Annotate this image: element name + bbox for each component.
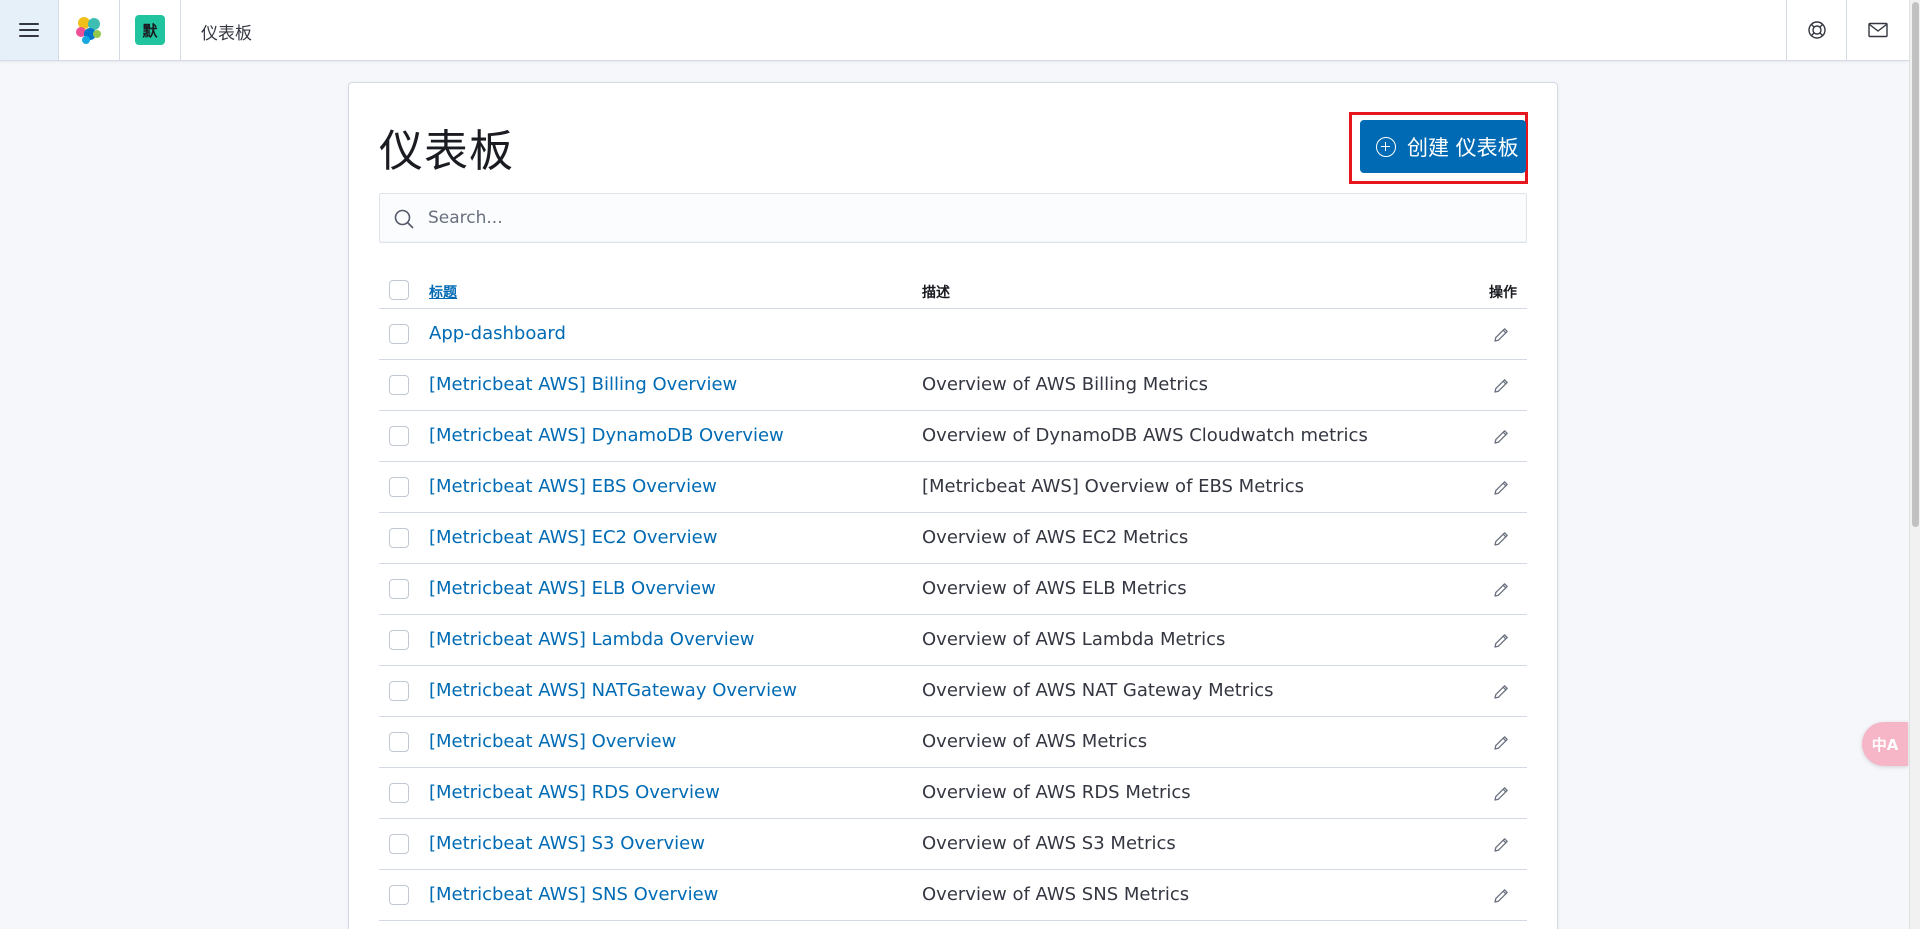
dashboards-panel: 仪表板 创建 仪表板 标题 描述 操作 App-dashboard [Metric… [348, 82, 1558, 929]
page-scrollbar[interactable] [1909, 0, 1920, 929]
pencil-edit-icon[interactable] [1491, 631, 1511, 651]
dashboard-description: Overview of AWS RDS Metrics [922, 782, 1191, 803]
row-checkbox[interactable] [389, 528, 409, 548]
row-checkbox[interactable] [389, 579, 409, 599]
row-checkbox[interactable] [389, 477, 409, 497]
dashboards-table: 标题 描述 操作 App-dashboard [Metricbeat AWS] B… [379, 273, 1527, 921]
row-checkbox[interactable] [389, 426, 409, 446]
pencil-edit-icon[interactable] [1491, 376, 1511, 396]
row-checkbox[interactable] [389, 681, 409, 701]
table-row: App-dashboard [379, 309, 1527, 360]
dashboard-title-link[interactable]: [Metricbeat AWS] DynamoDB Overview [429, 425, 784, 446]
row-checkbox[interactable] [389, 324, 409, 344]
table-row: [Metricbeat AWS] RDS Overview Overview of… [379, 768, 1527, 819]
dashboard-description: [Metricbeat AWS] Overview of EBS Metrics [922, 476, 1305, 497]
table-row: [Metricbeat AWS] Lambda Overview Overview… [379, 615, 1527, 666]
dashboard-description: Overview of AWS Billing Metrics [922, 374, 1209, 395]
pencil-edit-icon[interactable] [1491, 325, 1511, 345]
dashboard-title-link[interactable]: [Metricbeat AWS] Lambda Overview [429, 629, 755, 650]
column-header-actions: 操作 [1489, 285, 1517, 301]
row-checkbox[interactable] [389, 732, 409, 752]
column-header-title[interactable]: 标题 [429, 282, 457, 302]
search-icon [394, 209, 414, 229]
dashboard-description: Overview of AWS SNS Metrics [922, 884, 1190, 905]
create-dashboard-label: 创建 仪表板 [1407, 135, 1519, 160]
table-row: [Metricbeat AWS] SNS Overview Overview of… [379, 870, 1527, 921]
dashboard-description: Overview of AWS ELB Metrics [922, 578, 1187, 599]
help-button[interactable] [1786, 0, 1846, 60]
table-row: [Metricbeat AWS] DynamoDB Overview Overvi… [379, 411, 1527, 462]
home-logo-link[interactable] [59, 0, 120, 60]
dashboard-description: Overview of DynamoDB AWS Cloudwatch metr… [922, 425, 1368, 446]
scrollbar-thumb[interactable] [1912, 2, 1919, 527]
dashboard-description: Overview of AWS EC2 Metrics [922, 527, 1189, 548]
translate-icon: 中A [1871, 735, 1899, 754]
table-row: [Metricbeat AWS] ELB Overview Overview of… [379, 564, 1527, 615]
breadcrumb: 仪表板 [201, 24, 252, 44]
space-selector[interactable]: 默 [120, 0, 181, 60]
dashboard-title-link[interactable]: [Metricbeat AWS] S3 Overview [429, 833, 705, 854]
dashboard-title-link[interactable]: [Metricbeat AWS] RDS Overview [429, 782, 720, 803]
row-checkbox[interactable] [389, 885, 409, 905]
page-title: 仪表板 [379, 126, 514, 177]
dashboard-title-link[interactable]: [Metricbeat AWS] NATGateway Overview [429, 680, 797, 701]
menu-toggle-button[interactable] [0, 0, 59, 60]
select-all-checkbox[interactable] [389, 280, 409, 300]
dashboard-title-link[interactable]: [Metricbeat AWS] ELB Overview [429, 578, 716, 599]
hamburger-icon [19, 23, 39, 37]
table-row: [Metricbeat AWS] EBS Overview [Metricbeat… [379, 462, 1527, 513]
table-row: [Metricbeat AWS] NATGateway Overview Over… [379, 666, 1527, 717]
pencil-edit-icon[interactable] [1491, 733, 1511, 753]
pencil-edit-icon[interactable] [1491, 478, 1511, 498]
pencil-edit-icon[interactable] [1491, 529, 1511, 549]
mail-icon [1868, 22, 1888, 38]
create-dashboard-button[interactable]: 创建 仪表板 [1360, 120, 1526, 173]
news-feed-button[interactable] [1846, 0, 1909, 60]
top-header: 默 仪表板 [0, 0, 1909, 61]
dashboard-title-link[interactable]: [Metricbeat AWS] EBS Overview [429, 476, 717, 497]
pencil-edit-icon[interactable] [1491, 886, 1511, 906]
pencil-edit-icon[interactable] [1491, 682, 1511, 702]
search-bar[interactable] [379, 193, 1527, 243]
dashboard-title-link[interactable]: [Metricbeat AWS] SNS Overview [429, 884, 718, 905]
dashboard-title-link[interactable]: [Metricbeat AWS] EC2 Overview [429, 527, 717, 548]
dashboard-description: Overview of AWS S3 Metrics [922, 833, 1176, 854]
plus-circle-icon [1376, 136, 1396, 157]
pencil-edit-icon[interactable] [1491, 784, 1511, 804]
space-avatar: 默 [135, 15, 165, 45]
help-lifebuoy-icon [1807, 21, 1826, 39]
row-checkbox[interactable] [389, 834, 409, 854]
elastic-logo-icon [76, 17, 101, 44]
translate-button[interactable]: 中A [1862, 722, 1908, 766]
dashboard-description: Overview of AWS NAT Gateway Metrics [922, 680, 1274, 701]
table-row: [Metricbeat AWS] S3 Overview Overview of … [379, 819, 1527, 870]
dashboard-description: Overview of AWS Metrics [922, 731, 1148, 752]
pencil-edit-icon[interactable] [1491, 427, 1511, 447]
dashboard-title-link[interactable]: [Metricbeat AWS] Overview [429, 731, 676, 752]
search-input[interactable] [428, 194, 1518, 242]
row-checkbox[interactable] [389, 783, 409, 803]
dashboard-description: Overview of AWS Lambda Metrics [922, 629, 1226, 650]
table-body: App-dashboard [Metricbeat AWS] Billing Ov… [379, 309, 1527, 921]
column-header-description: 描述 [922, 285, 950, 301]
row-checkbox[interactable] [389, 630, 409, 650]
table-row: [Metricbeat AWS] Overview Overview of AWS… [379, 717, 1527, 768]
table-row: [Metricbeat AWS] Billing Overview Overvie… [379, 360, 1527, 411]
pencil-edit-icon[interactable] [1491, 580, 1511, 600]
pencil-edit-icon[interactable] [1491, 835, 1511, 855]
table-header: 标题 描述 操作 [379, 273, 1527, 309]
dashboard-title-link[interactable]: [Metricbeat AWS] Billing Overview [429, 374, 737, 395]
dashboard-title-link[interactable]: App-dashboard [429, 323, 566, 344]
table-row: [Metricbeat AWS] EC2 Overview Overview of… [379, 513, 1527, 564]
row-checkbox[interactable] [389, 375, 409, 395]
